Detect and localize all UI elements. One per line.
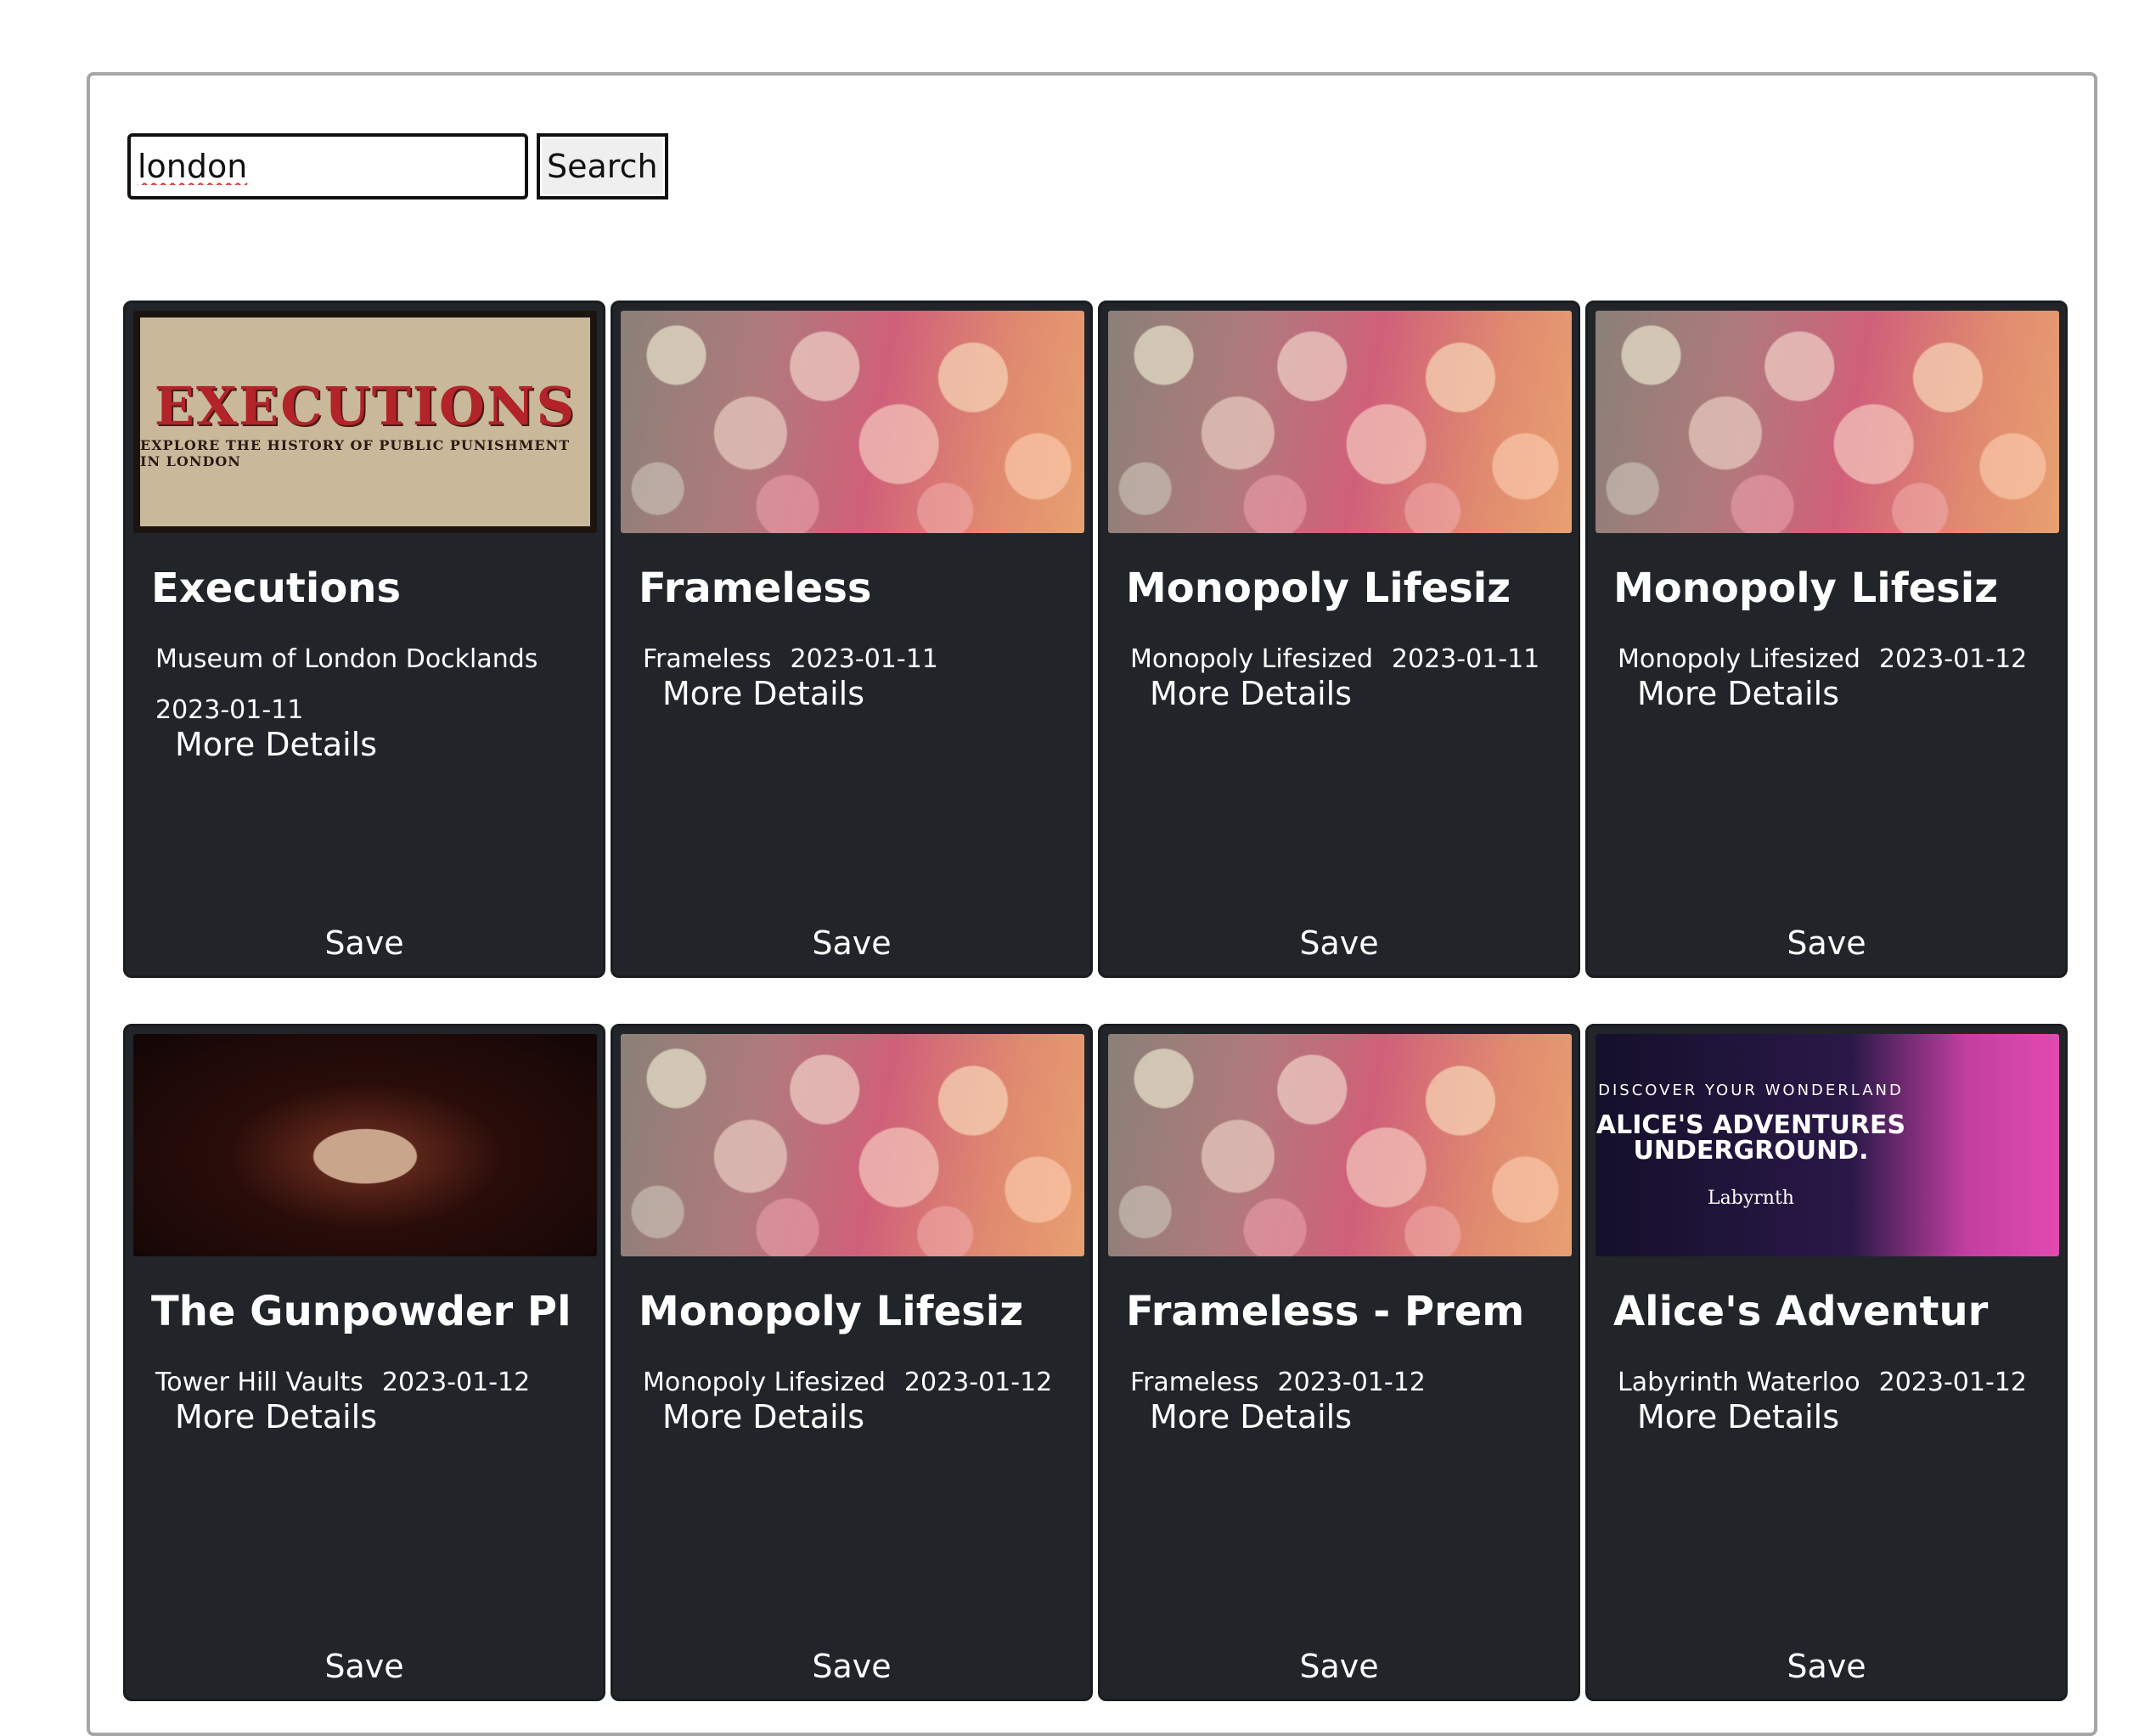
event-card: Frameless Frameless 2023-01-11 More Deta…: [611, 301, 1093, 978]
event-image[interactable]: [1108, 311, 1572, 533]
event-image[interactable]: [621, 311, 1084, 533]
more-details-link[interactable]: More Details: [662, 1398, 864, 1435]
poster-headline: ALICE'S ADVENTURES UNDERGROUND.: [1596, 1110, 1906, 1166]
event-image[interactable]: [621, 1034, 1084, 1256]
event-title: Executions: [151, 565, 402, 612]
event-card: The Gunpowder Pl Tower Hill Vaults 2023-…: [123, 1024, 605, 1701]
event-title: The Gunpowder Pl: [151, 1288, 571, 1335]
more-details-link[interactable]: More Details: [175, 1398, 377, 1435]
event-image[interactable]: [1596, 311, 2059, 533]
poster-tagline: DISCOVER YOUR WONDERLAND: [1598, 1081, 1904, 1099]
save-button[interactable]: Save: [613, 924, 1090, 962]
save-button[interactable]: Save: [1100, 924, 1578, 962]
search-input[interactable]: [127, 133, 528, 199]
search-bar: Search: [127, 133, 668, 199]
save-button[interactable]: Save: [1588, 1648, 2065, 1685]
event-venue: Museum of London Docklands: [155, 644, 538, 674]
more-details-link[interactable]: More Details: [1637, 675, 1839, 712]
event-image[interactable]: [1108, 1034, 1572, 1256]
save-button[interactable]: Save: [126, 924, 603, 962]
poster-logo: Labyrnth: [1708, 1188, 1794, 1209]
content-panel: Search EXECUTIONS EXPLORE THE HISTORY OF…: [87, 72, 2097, 1736]
event-date: 2023-01-12: [1878, 644, 2028, 674]
more-details-link[interactable]: More Details: [1150, 1398, 1352, 1435]
save-button[interactable]: Save: [1100, 1648, 1578, 1685]
search-button[interactable]: Search: [537, 133, 668, 199]
event-card: DISCOVER YOUR WONDERLAND ALICE'S ADVENTU…: [1585, 1024, 2068, 1701]
event-card: Monopoly Lifesiz Monopoly Lifesized 2023…: [611, 1024, 1093, 1701]
event-image[interactable]: [133, 1034, 597, 1256]
save-button[interactable]: Save: [1588, 924, 2065, 962]
poster-headline: EXECUTIONS: [154, 374, 577, 437]
more-details-link[interactable]: More Details: [175, 726, 377, 763]
event-title: Frameless: [639, 565, 872, 612]
event-title: Monopoly Lifesiz: [1126, 565, 1511, 612]
event-date: 2023-01-12: [903, 1368, 1053, 1397]
event-date: 2023-01-11: [1391, 644, 1540, 674]
event-meta: Museum of London Docklands 2023-01-11: [155, 634, 580, 736]
event-title: Monopoly Lifesiz: [1613, 565, 1999, 612]
event-card: EXECUTIONS EXPLORE THE HISTORY OF PUBLIC…: [123, 301, 605, 978]
event-card: Monopoly Lifesiz Monopoly Lifesized 2023…: [1098, 301, 1580, 978]
event-image[interactable]: EXECUTIONS EXPLORE THE HISTORY OF PUBLIC…: [133, 311, 597, 533]
event-title: Monopoly Lifesiz: [639, 1288, 1024, 1335]
event-image[interactable]: DISCOVER YOUR WONDERLAND ALICE'S ADVENTU…: [1596, 1034, 2059, 1256]
event-title: Frameless - Prem: [1126, 1288, 1525, 1335]
event-date: 2023-01-12: [1878, 1368, 2027, 1397]
more-details-link[interactable]: More Details: [1150, 675, 1352, 712]
event-title: Alice's Adventur: [1613, 1288, 1989, 1335]
save-button[interactable]: Save: [126, 1648, 603, 1685]
event-date: 2023-01-12: [381, 1368, 531, 1397]
event-grid: EXECUTIONS EXPLORE THE HISTORY OF PUBLIC…: [123, 301, 2068, 1701]
event-card: Monopoly Lifesiz Monopoly Lifesized 2023…: [1585, 301, 2068, 978]
event-card: Frameless - Prem Frameless 2023-01-12 Mo…: [1098, 1024, 1580, 1701]
more-details-link[interactable]: More Details: [1637, 1398, 1839, 1435]
save-button[interactable]: Save: [613, 1648, 1090, 1685]
more-details-link[interactable]: More Details: [662, 675, 864, 712]
poster-tagline: EXPLORE THE HISTORY OF PUBLIC PUNISHMENT…: [140, 436, 571, 469]
